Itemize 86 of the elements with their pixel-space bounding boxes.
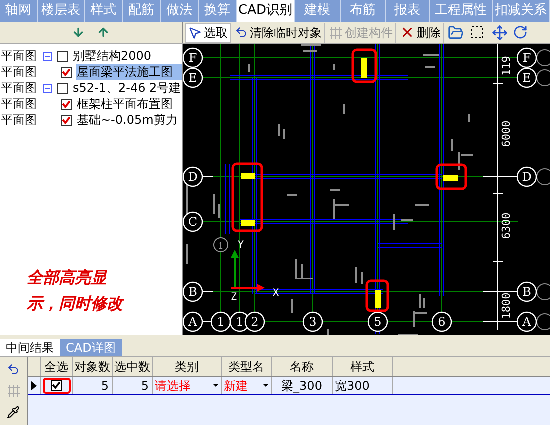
- check-icon: [52, 381, 61, 390]
- checkbox[interactable]: [61, 114, 72, 126]
- y-axis-arrow: [231, 250, 239, 288]
- collapse-icon[interactable]: [43, 84, 52, 92]
- highlight-frame: [232, 162, 264, 232]
- column-header[interactable]: 选中数: [113, 357, 153, 376]
- axis-bubble: A: [183, 312, 204, 332]
- axis-label: Y: [238, 240, 244, 251]
- toolbar-button[interactable]: 删除: [398, 22, 444, 42]
- select-checkbox[interactable]: [42, 378, 70, 394]
- dimension-text: 6300: [500, 212, 513, 240]
- category-dropdown[interactable]: 请选择: [153, 377, 222, 394]
- table-cell: 5: [73, 377, 113, 394]
- axis-bubble: 5: [368, 312, 388, 332]
- move-down-button[interactable]: [72, 26, 85, 39]
- tree-type-label: 平面图: [1, 50, 38, 62]
- panel-tab[interactable]: 中间结果: [0, 339, 60, 356]
- tree-item[interactable]: 框架柱平面布置图: [76, 96, 182, 112]
- highlight-frame: [352, 48, 378, 84]
- cursor-icon: [188, 26, 202, 40]
- axis-bubble: A: [516, 312, 538, 332]
- axis-bubble: 3: [302, 312, 324, 332]
- tree-type-label: 平面图: [1, 66, 38, 78]
- axis-bubble: D: [516, 166, 538, 188]
- axis-bubble: B: [183, 282, 204, 302]
- column-header[interactable]: 对象数: [73, 357, 113, 376]
- axis-bubble: C: [183, 212, 204, 232]
- axis-bubble: D: [183, 166, 204, 188]
- table-cell: 梁_300: [272, 377, 333, 394]
- column-header[interactable]: 类型名: [222, 357, 272, 376]
- x-axis-arrow: [231, 284, 265, 292]
- delete-icon: [400, 25, 415, 40]
- dropdown-arrow-icon: [263, 384, 269, 387]
- axis-bubble: F: [516, 48, 538, 68]
- column-header[interactable]: 全选: [41, 357, 73, 376]
- tree-type-label: 平面图: [1, 114, 38, 126]
- axis-bubble: E: [183, 68, 204, 88]
- undo-button[interactable]: [7, 363, 20, 376]
- axis-bubble: B: [516, 282, 538, 302]
- highlighted-beam: [361, 58, 367, 78]
- tree-type-label: 平面图: [1, 82, 38, 94]
- rotate-button[interactable]: [512, 25, 529, 40]
- tree-type-label: 平面图: [1, 98, 38, 110]
- highlighted-beam: [443, 175, 458, 181]
- column-header[interactable]: 样式: [333, 357, 393, 376]
- column-header[interactable]: 类别: [153, 357, 222, 376]
- dimension-text: 6000: [500, 120, 513, 148]
- type-name-dropdown[interactable]: 新建: [222, 377, 272, 394]
- highlighted-beam: [375, 290, 381, 308]
- toolbar-button[interactable]: 选取: [185, 22, 231, 42]
- checkbox[interactable]: [57, 50, 68, 62]
- highlighted-beam: [241, 173, 255, 179]
- axis-bubble: 6: [432, 312, 452, 332]
- axis-label: Z: [231, 292, 238, 303]
- move-up-button[interactable]: [97, 26, 110, 39]
- axis-bubble: 1: [210, 312, 232, 332]
- dimension-text: 1800: [500, 292, 513, 320]
- table-cell: 宽300: [333, 377, 393, 394]
- table-cell: 5: [113, 377, 153, 394]
- dropdown-arrow-icon: [213, 384, 219, 387]
- axis-bubble: 2: [244, 312, 266, 332]
- axis-bubble: E: [516, 68, 538, 88]
- highlighted-beam: [241, 220, 255, 226]
- checkbox[interactable]: [61, 98, 72, 110]
- highlight-frame: [366, 280, 390, 312]
- checkbox[interactable]: [61, 66, 72, 78]
- tree-item[interactable]: s52-1、2-46 2号建: [72, 80, 182, 96]
- menu-tab[interactable]: CAD识别: [237, 0, 295, 22]
- undo-icon: [235, 26, 248, 39]
- tree-item[interactable]: 屋面梁平法施工图: [76, 64, 182, 80]
- axis-bubble: 1: [214, 238, 228, 252]
- dimension-text: 119: [500, 56, 513, 76]
- collapse-icon[interactable]: [43, 52, 52, 60]
- grid-icon: [329, 26, 343, 40]
- checkbox[interactable]: [57, 82, 68, 94]
- move-button[interactable]: [490, 24, 510, 40]
- annotation-text: 全部高亮显: [27, 268, 108, 288]
- tree-item[interactable]: 别墅结构2000: [72, 48, 182, 64]
- axis-bubble: F: [183, 48, 204, 68]
- toolbar-button[interactable]: 清除临时对象: [233, 22, 325, 42]
- tree-item[interactable]: 基础~-0.05m剪力: [76, 112, 182, 128]
- eyedropper-button[interactable]: [7, 406, 20, 419]
- column-header[interactable]: 名称: [272, 357, 333, 376]
- highlight-frame: [436, 164, 468, 190]
- annotation-text: 示，同时修改: [27, 294, 126, 314]
- open-folder-button[interactable]: [446, 24, 466, 40]
